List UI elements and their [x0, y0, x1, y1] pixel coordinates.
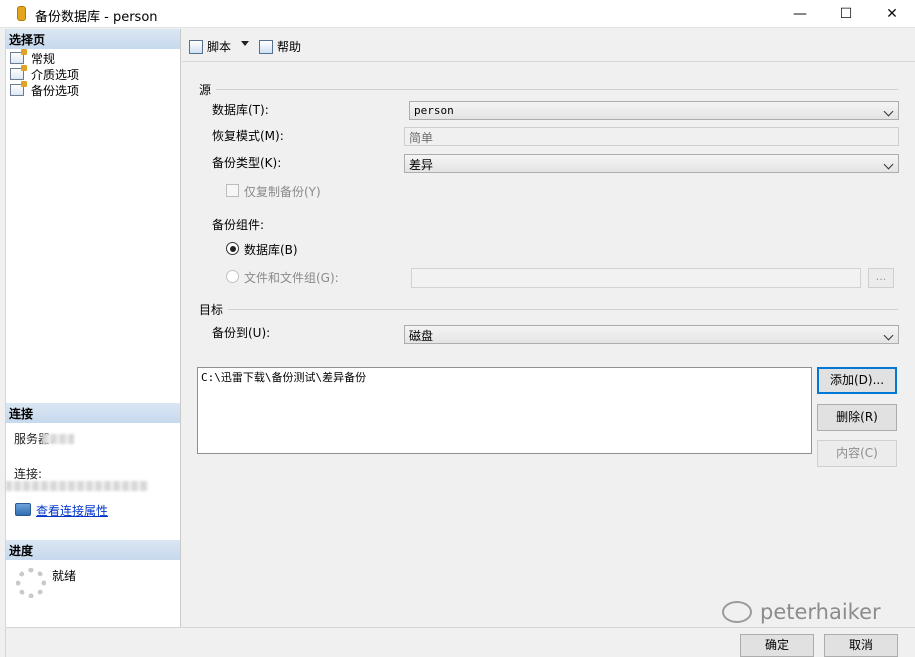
minimize-button[interactable]: — [777, 0, 823, 28]
watermark-text: peterhaiker [760, 600, 881, 624]
remove-button[interactable]: 删除(R) [817, 404, 897, 431]
page-item-backup-options[interactable]: 备份选项 [10, 81, 80, 98]
close-button[interactable]: ✕ [869, 0, 915, 28]
toolbar: 脚本 帮助 [182, 29, 915, 62]
page-item-general[interactable]: 常规 [10, 49, 56, 66]
contents-button[interactable]: 内容(C) [817, 440, 897, 467]
watermark: peterhaiker [722, 600, 881, 624]
dialog-footer: 确定 取消 [6, 627, 915, 657]
progress-status: 就绪 [52, 569, 77, 583]
page-item-media-options[interactable]: 介质选项 [10, 65, 80, 82]
server-value-redacted [42, 434, 74, 444]
wechat-icon [722, 601, 752, 623]
recovery-model-field: 简单 [404, 127, 899, 146]
left-pane: 选择页 常规 介质选项 备份选项 连接 服务器: 连接: 查看连接属性 进度 就… [6, 29, 181, 627]
component-files-label: 文件和文件组(G): [244, 271, 339, 285]
backup-type-select[interactable]: 差异 [404, 154, 899, 173]
script-label: 脚本 [207, 40, 232, 54]
chevron-down-icon [883, 106, 894, 117]
connection-value-redacted [6, 481, 148, 491]
help-button[interactable]: 帮助 [259, 38, 301, 55]
page-item-label: 常规 [31, 51, 56, 66]
page-icon [10, 81, 27, 96]
progress-header: 进度 [6, 540, 180, 560]
recovery-model-label: 恢复模式(M): [212, 129, 284, 143]
help-label: 帮助 [277, 40, 302, 54]
destination-group-label: 目标 [199, 303, 224, 317]
page-icon [10, 65, 27, 80]
backup-to-label: 备份到(U): [212, 326, 271, 340]
component-database-radio[interactable] [226, 242, 239, 255]
progress-spinner-icon [16, 568, 46, 598]
script-dropdown-arrow-icon[interactable] [241, 41, 249, 46]
cancel-button[interactable]: 取消 [824, 634, 898, 657]
page-item-label: 备份选项 [31, 83, 80, 98]
component-files-radio[interactable] [226, 270, 239, 283]
database-select[interactable]: person [409, 101, 899, 120]
script-icon [189, 39, 203, 54]
chevron-down-icon [883, 330, 894, 341]
connection-label: 连接: [14, 467, 43, 481]
page-item-label: 介质选项 [31, 67, 80, 82]
backup-component-label: 备份组件: [212, 218, 265, 232]
add-button[interactable]: 添加(D)... [817, 367, 897, 394]
filegroup-input[interactable] [411, 268, 861, 288]
window-title: 备份数据库 - person [35, 10, 158, 25]
connection-properties-icon [15, 503, 31, 516]
page-icon [10, 49, 27, 64]
list-item[interactable]: C:\迅雷下载\备份测试\差异备份 [201, 369, 808, 385]
database-label: 数据库(T): [212, 103, 269, 117]
view-connection-properties-link[interactable]: 查看连接属性 [36, 502, 108, 519]
backup-to-select[interactable]: 磁盘 [404, 325, 899, 344]
database-value: person [414, 104, 454, 117]
backup-type-label: 备份类型(K): [212, 156, 282, 170]
destination-divider [228, 309, 898, 310]
script-button[interactable]: 脚本 [189, 38, 231, 55]
source-group-label: 源 [199, 83, 212, 97]
maximize-button[interactable]: ☐ [823, 0, 869, 28]
backup-to-value: 磁盘 [409, 329, 434, 343]
copy-only-checkbox[interactable] [226, 184, 239, 197]
copy-only-label: 仅复制备份(Y) [244, 185, 321, 199]
connection-header: 连接 [6, 403, 180, 423]
destination-list[interactable]: C:\迅雷下载\备份测试\差异备份 [197, 367, 812, 454]
filegroup-browse-button[interactable]: ... [868, 268, 894, 288]
title-bar: 备份数据库 - person — ☐ ✕ [0, 0, 915, 28]
help-icon [259, 39, 273, 54]
main-pane: 脚本 帮助 源 数据库(T): person 恢复模式(M): 简单 备份类型(… [182, 29, 915, 627]
backup-type-value: 差异 [409, 158, 434, 172]
select-page-header: 选择页 [6, 29, 180, 49]
database-icon [17, 6, 26, 21]
component-database-label: 数据库(B) [244, 243, 298, 257]
chevron-down-icon [883, 159, 894, 170]
source-divider [216, 89, 898, 90]
ok-button[interactable]: 确定 [740, 634, 814, 657]
